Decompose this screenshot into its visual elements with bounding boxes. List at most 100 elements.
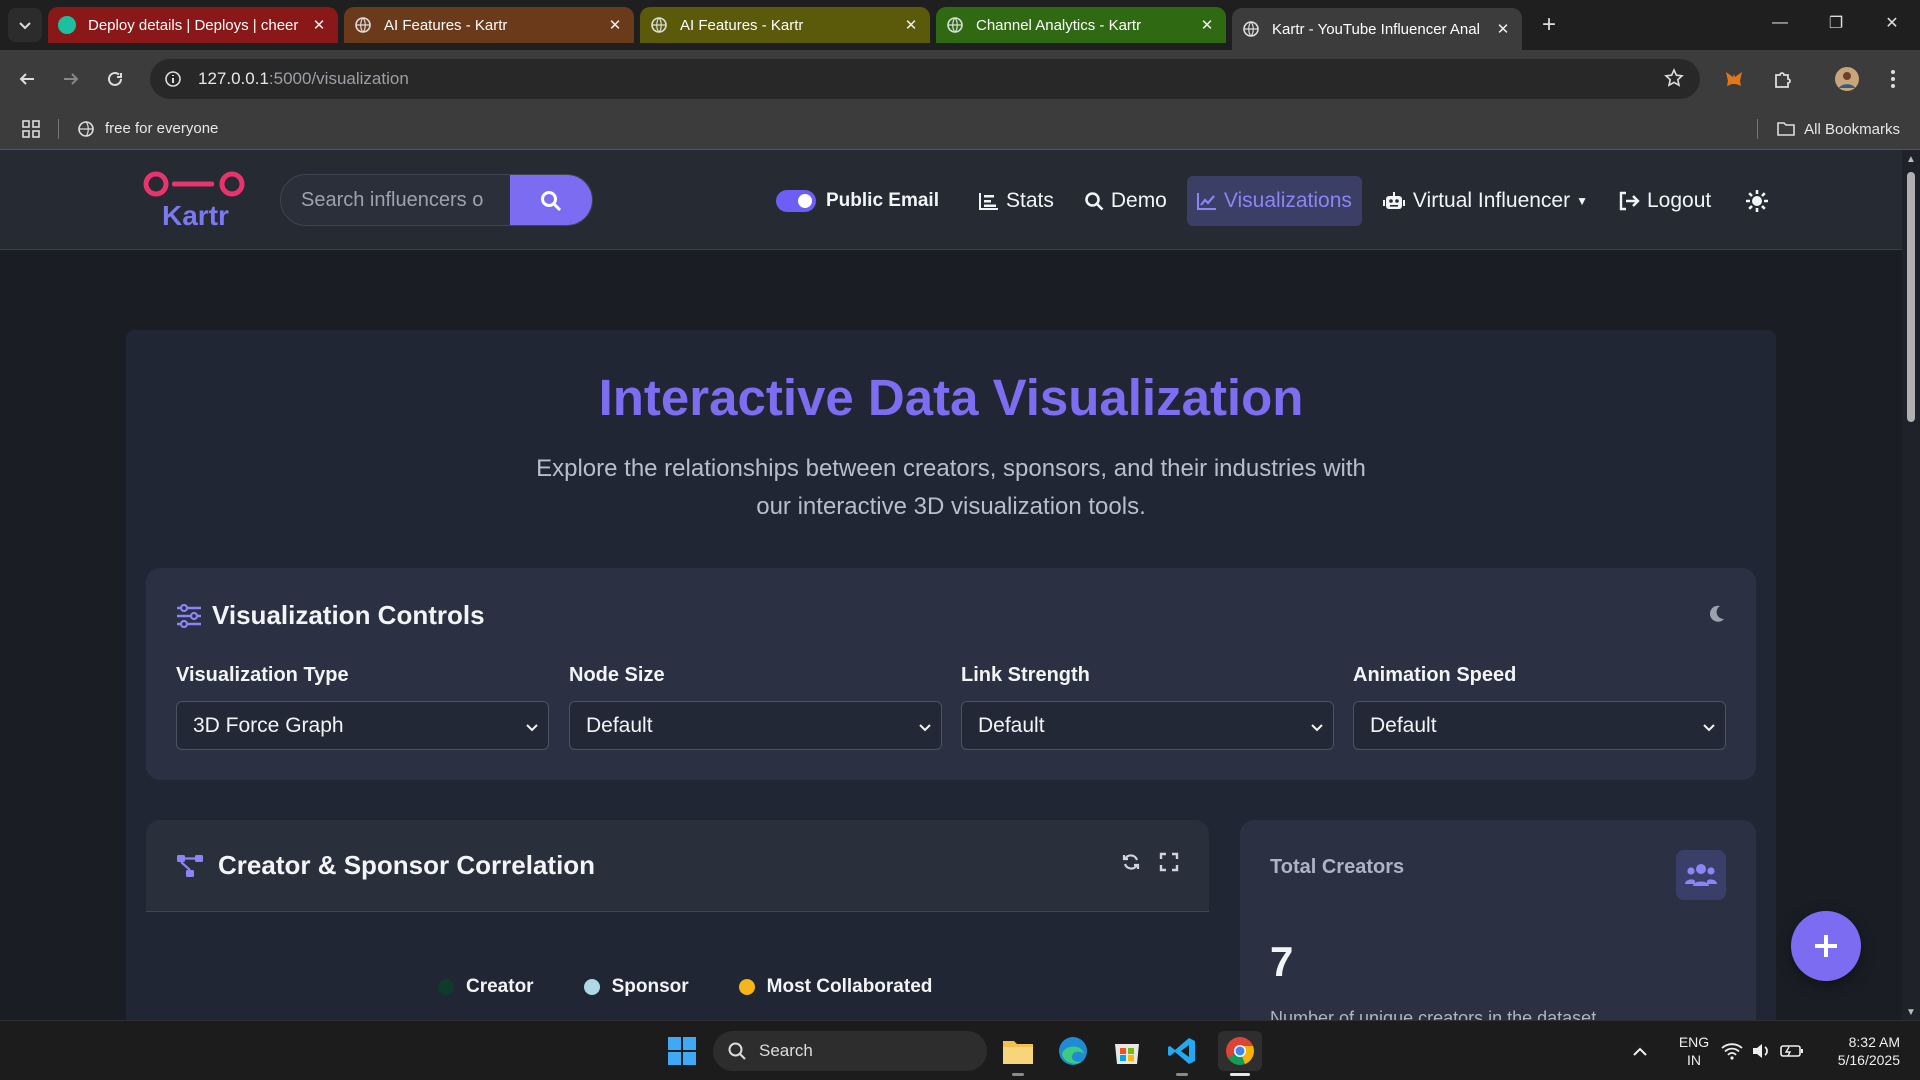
metamask-extension-icon[interactable] [1717, 62, 1751, 96]
tab-title: Channel Analytics - Kartr [976, 16, 1142, 34]
users-icon [1676, 850, 1726, 900]
correlation-title: Creator & Sponsor Correlation [218, 850, 596, 880]
theme-toggle-button[interactable] [1735, 176, 1786, 226]
file-explorer-icon[interactable] [998, 1031, 1038, 1071]
visualization-type-select[interactable]: 3D Force Graph [176, 701, 549, 750]
tab-title: Deploy details | Deploys | cheer [88, 16, 299, 34]
close-tab-icon[interactable]: ✕ [902, 16, 920, 34]
url-text: 127.0.0.1:5000/visualization [198, 69, 409, 89]
windows-start-icon[interactable] [662, 1031, 702, 1071]
legend-dot [583, 979, 600, 995]
public-email-toggle[interactable] [776, 190, 816, 212]
scroll-up-icon[interactable]: ▲ [1906, 154, 1916, 165]
node-size-label: Node Size [569, 664, 665, 686]
nav-demo[interactable]: Demo [1074, 176, 1177, 226]
animation-speed-select[interactable]: Default [1353, 701, 1726, 750]
tab-title: AI Features - Kartr [384, 16, 508, 34]
browser-tab-active[interactable]: Kartr - YouTube Influencer Anal ✕ [1232, 8, 1522, 50]
folder-icon [1777, 122, 1795, 136]
fullscreen-icon[interactable] [1159, 852, 1179, 872]
nav-demo-label: Demo [1110, 189, 1167, 212]
page-title: Interactive Data Visualization [598, 369, 1304, 426]
correlation-card: Creator & Sponsor Correlation Creator Sp… [146, 820, 1209, 1020]
public-email-label: Public Email [826, 190, 939, 211]
animation-speed-label: Animation Speed [1353, 664, 1517, 686]
url-bar[interactable]: 127.0.0.1:5000/visualization [150, 59, 1700, 99]
browser-tab[interactable]: AI Features - Kartr ✕ [344, 7, 634, 43]
microsoft-store-icon[interactable] [1107, 1031, 1147, 1071]
volume-icon[interactable] [1748, 1031, 1776, 1071]
link-strength-control: Link Strength Default [961, 664, 1334, 750]
browser-tab[interactable]: Deploy details | Deploys | cheer ✕ [48, 7, 338, 43]
tab-title: Kartr - YouTube Influencer Anal [1272, 20, 1480, 38]
add-fab-button[interactable] [1791, 911, 1861, 981]
address-bar-row: 127.0.0.1:5000/visualization [0, 50, 1920, 108]
bookmark-item[interactable]: free for everyone [77, 120, 218, 138]
legend-dot [438, 979, 454, 995]
moon-icon[interactable] [1706, 604, 1726, 624]
reload-icon[interactable] [98, 62, 132, 96]
url-path: :5000/visualization [268, 69, 409, 88]
correlation-header: Creator & Sponsor Correlation [146, 820, 1209, 912]
page-scrollbar[interactable]: ▲ ▼ [1902, 150, 1920, 1020]
refresh-icon[interactable] [1121, 852, 1141, 872]
browser-menu-icon[interactable] [1876, 62, 1910, 96]
browser-tab[interactable]: Channel Analytics - Kartr ✕ [936, 7, 1226, 43]
site-info-icon[interactable] [164, 70, 182, 88]
legend-item: Most Collaborated [738, 976, 932, 998]
chevron-down-icon [1311, 724, 1323, 732]
divider [58, 118, 59, 139]
globe-icon [354, 16, 372, 34]
apps-grid-icon[interactable] [22, 119, 40, 138]
close-tab-icon[interactable]: ✕ [310, 16, 328, 34]
taskbar-search[interactable]: Search [713, 1031, 987, 1071]
battery-icon[interactable] [1778, 1031, 1806, 1071]
back-icon[interactable] [10, 62, 44, 96]
legend-label: Creator [466, 976, 534, 997]
vscode-icon[interactable] [1162, 1031, 1202, 1071]
chrome-icon[interactable] [1218, 1031, 1262, 1071]
wifi-icon[interactable] [1718, 1031, 1746, 1071]
region-code: IN [1687, 1052, 1701, 1068]
all-bookmarks-button[interactable]: All Bookmarks [1757, 119, 1900, 139]
nav-visualizations[interactable]: Visualizations [1186, 176, 1362, 226]
language-code: ENG [1678, 1034, 1710, 1050]
close-window-icon[interactable]: ✕ [1864, 0, 1920, 46]
extensions-puzzle-icon[interactable] [1765, 62, 1799, 96]
nav-logout-label: Logout [1647, 189, 1712, 212]
forward-icon[interactable] [54, 62, 88, 96]
correlation-graph-area[interactable]: Creator Sponsor Most Collaborated [146, 912, 1209, 1020]
close-tab-icon[interactable]: ✕ [1494, 20, 1512, 38]
profile-avatar[interactable] [1830, 62, 1864, 96]
animation-speed-control: Animation Speed Default [1353, 664, 1726, 750]
search-button[interactable] [510, 175, 592, 225]
link-strength-select[interactable]: Default [961, 701, 1334, 750]
close-tab-icon[interactable]: ✕ [1198, 16, 1216, 34]
system-clock[interactable]: 8:32 AM 5/16/2025 [1820, 1033, 1900, 1069]
node-size-control: Node Size Default [569, 664, 942, 750]
edge-browser-icon[interactable] [1053, 1031, 1093, 1071]
caret-down-icon: ▼ [1576, 194, 1588, 208]
scrollbar-thumb[interactable] [1907, 172, 1915, 422]
new-tab-button[interactable]: + [1532, 8, 1566, 42]
nav-virtual-influencer[interactable]: Virtual Influencer ▼ [1372, 176, 1598, 226]
globe-icon [78, 120, 94, 137]
bookmark-star-icon[interactable] [1664, 68, 1684, 88]
nav-stats[interactable]: Stats [969, 176, 1064, 226]
search-input[interactable] [281, 175, 511, 225]
url-host: 127.0.0.1 [198, 69, 269, 88]
browser-tab[interactable]: AI Features - Kartr ✕ [640, 7, 930, 43]
tab-search-button[interactable] [8, 8, 42, 42]
language-indicator[interactable]: ENG IN [1674, 1033, 1714, 1069]
scroll-down-icon[interactable]: ▼ [1906, 1007, 1916, 1018]
close-tab-icon[interactable]: ✕ [606, 16, 624, 34]
show-hidden-icons[interactable] [1622, 1031, 1658, 1071]
node-size-select[interactable]: Default [569, 701, 942, 750]
restore-icon[interactable]: ❐ [1808, 0, 1864, 46]
visualization-section: Interactive Data Visualization Explore t… [126, 330, 1776, 1020]
total-creators-card: Total Creators 7 Number of unique creato… [1240, 820, 1756, 1020]
minimize-icon[interactable]: — [1752, 0, 1808, 46]
nav-logout[interactable]: Logout [1608, 176, 1721, 226]
sliders-icon [177, 603, 201, 628]
kartr-logo[interactable]: Kartr [142, 170, 252, 231]
